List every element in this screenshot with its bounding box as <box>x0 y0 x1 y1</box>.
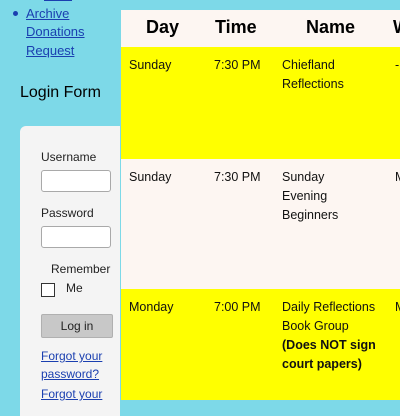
cut-off-link[interactable] <box>44 0 72 1</box>
table-row: Sunday 7:30 PM Sunday Evening Beginners … <box>121 159 400 289</box>
login-form-title: Login Form <box>20 84 101 101</box>
bullet-icon <box>13 11 18 16</box>
donations-link[interactable]: Donations <box>26 24 85 39</box>
password-label: Password <box>41 206 94 220</box>
meeting-table: Day Time Name W Sunday 7:30 PM Chiefland… <box>121 10 400 400</box>
row-name: Sunday Evening Beginners <box>282 170 339 222</box>
request-link[interactable]: Request <box>26 43 74 58</box>
row-cut-text: M <box>395 298 400 317</box>
row-cut-text: - <box>395 58 400 72</box>
row-cut-text: M <box>395 168 400 187</box>
sidebar-item-cut <box>26 0 86 1</box>
table-row: Sunday 7:30 PM Chiefland Reflections - <box>121 47 400 159</box>
table-header-row: Day Time Name W <box>121 10 400 47</box>
sidebar-item-donations: Donations <box>26 24 103 40</box>
password-input[interactable] <box>41 226 111 248</box>
header-name: Name <box>306 17 356 37</box>
row-name: Chiefland Reflections <box>282 58 344 91</box>
username-input[interactable] <box>41 170 111 192</box>
row-day: Sunday <box>129 170 172 184</box>
row-name: Daily Reflections Book Group <box>282 300 376 333</box>
login-button[interactable]: Log in <box>41 314 113 338</box>
row-time: 7:00 PM <box>214 300 261 314</box>
login-form: Username Password Remember Me Log in For… <box>20 126 120 416</box>
sidebar-item-request: Request <box>26 43 74 59</box>
row-day: Sunday <box>129 58 172 72</box>
forgot-username-link[interactable]: Forgot your <box>41 385 121 403</box>
sidebar-item-archive: Archive <box>13 6 69 22</box>
row-note: (Does NOT sign court papers) <box>282 338 376 371</box>
header-w: W <box>393 17 400 38</box>
row-time: 7:30 PM <box>214 170 261 184</box>
remember-me-checkbox[interactable] <box>41 283 55 297</box>
header-day: Day <box>146 17 180 37</box>
row-time: 7:30 PM <box>214 58 261 72</box>
table-row: Monday 7:00 PM Daily Reflections Book Gr… <box>121 289 400 400</box>
remember-me-label-2: Me <box>66 281 83 295</box>
row-name-cell: Daily Reflections Book Group (Does NOT s… <box>282 298 382 374</box>
remember-me-label: Remember <box>51 262 111 276</box>
header-time: Time <box>215 17 257 37</box>
username-label: Username <box>41 150 97 164</box>
row-day: Monday <box>129 300 174 314</box>
archive-link[interactable]: Archive <box>26 6 69 21</box>
forgot-password-link[interactable]: Forgot your password? <box>41 347 121 383</box>
